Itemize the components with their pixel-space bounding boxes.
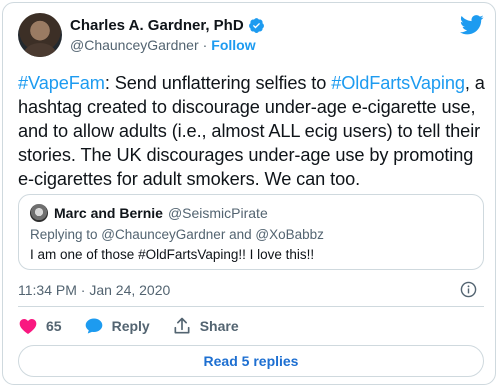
tweet-text: #VapeFam: Send unflattering selfies to #…: [18, 71, 488, 191]
share-button[interactable]: Share: [172, 316, 239, 336]
avatar-figure: [24, 43, 56, 57]
info-icon[interactable]: [460, 281, 477, 298]
reply-button[interactable]: Reply: [84, 316, 150, 336]
verified-badge-icon: [248, 18, 264, 33]
like-count: 65: [46, 318, 62, 334]
speech-bubble-icon: [85, 318, 102, 334]
quoted-author-row: Marc and Bernie @SeismicPirate: [54, 205, 268, 221]
mention-chaunceygardner: @ChaunceyGardner: [101, 227, 226, 242]
quoted-tweet[interactable]: Marc and Bernie @SeismicPirate Replying …: [18, 194, 484, 270]
author-handle-row: @ChaunceyGardner · Follow: [70, 37, 256, 53]
replying-to-and: and: [225, 227, 256, 242]
tweet-timestamp[interactable]: 11:34 PM · Jan 24, 2020: [18, 282, 170, 298]
heart-icon: [19, 319, 37, 334]
quoted-tweet-text: I am one of those #OldFartsVaping!! I lo…: [30, 247, 315, 262]
mention-xobabbz: @XoBabbz: [255, 227, 324, 242]
author-handle[interactable]: @ChaunceyGardner: [70, 37, 199, 53]
follow-button[interactable]: Follow: [211, 37, 255, 53]
tweet-card: Charles A. Gardner, PhD @ChaunceyGardner…: [2, 2, 496, 385]
hashtag-vapefam[interactable]: #VapeFam: [18, 73, 105, 93]
author-name-row: Charles A. Gardner, PhD: [70, 17, 265, 34]
action-bar: 65 Reply Share: [18, 315, 261, 337]
divider: [18, 306, 484, 307]
author-display-name[interactable]: Charles A. Gardner, PhD: [70, 17, 244, 34]
replying-to-prefix: Replying to: [30, 227, 102, 242]
quoted-author-avatar: [30, 204, 48, 222]
replying-to-line: Replying to @ChaunceyGardner and @XoBabb…: [30, 227, 324, 242]
share-label: Share: [199, 318, 239, 334]
quoted-author-name: Marc and Bernie: [54, 205, 163, 221]
twitter-bird-icon[interactable]: [460, 15, 484, 35]
separator-dot: ·: [202, 37, 208, 53]
tweet-header: Charles A. Gardner, PhD @ChaunceyGardner…: [18, 13, 484, 59]
author-avatar[interactable]: [18, 13, 62, 57]
reply-label: Reply: [111, 318, 150, 334]
tweet-text-segment: : Send unflattering selfies to: [104, 73, 332, 93]
hashtag-oldfartsvaping[interactable]: #OldFartsVaping: [331, 73, 465, 93]
share-arrow-icon: [174, 317, 190, 334]
read-replies-button[interactable]: Read 5 replies: [18, 345, 484, 377]
quoted-author-handle: @SeismicPirate: [167, 205, 268, 221]
like-button[interactable]: 65: [18, 316, 62, 336]
